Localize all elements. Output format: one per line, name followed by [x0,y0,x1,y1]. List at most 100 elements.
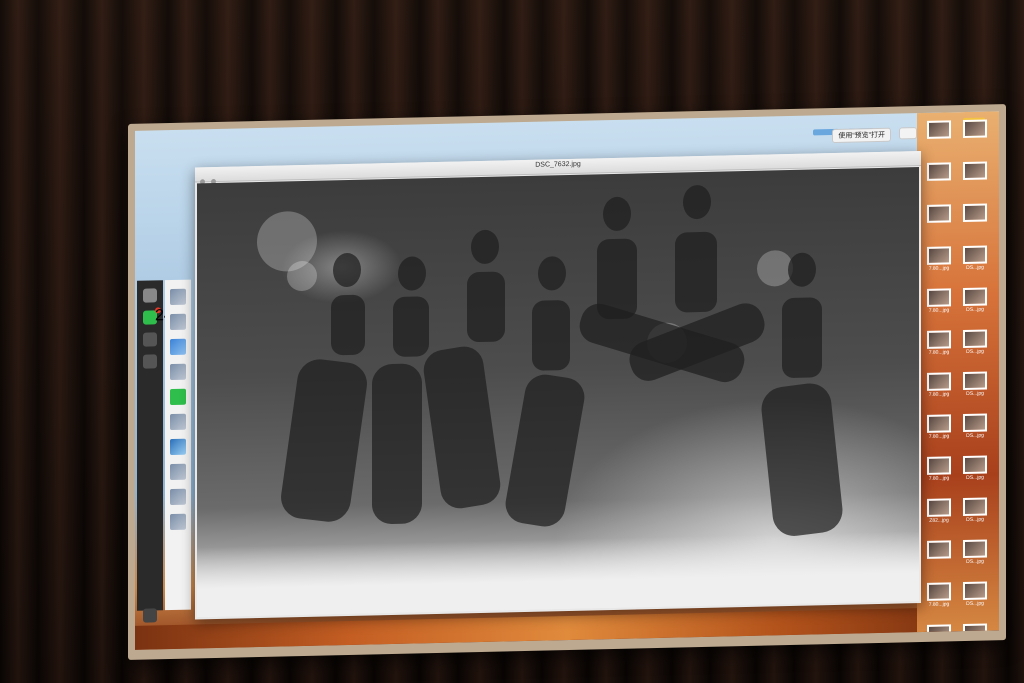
finder-thumbnails: 7.80...jpg DS...jpg 7.80...jpg DS...jpg 7.80… [921,119,995,650]
finder-file-icon[interactable] [923,540,955,579]
file-thumbnail [927,414,951,433]
monitor-screen: 7.80...jpg DS...jpg 7.80...jpg DS...jpg 7.80… [135,111,999,650]
file-thumbnail [927,330,951,349]
finder-file-icon[interactable]: DS...jpg [959,245,991,284]
unread-badge: 24 [155,306,173,325]
file-name: DS...jpg [966,516,984,523]
file-thumbnail [927,162,951,181]
file-thumbnail [963,497,987,517]
finder-file-icon[interactable]: Z82...jpg [923,498,955,537]
file-name [959,180,991,181]
file-name: 7.80...jpg [928,265,950,272]
file-thumbnail [963,371,987,391]
finder-file-icon[interactable]: 7.80...jpg [923,414,955,453]
file-name: 7.80...jpg [928,433,950,440]
file-thumbnail [927,372,951,391]
file-thumbnail [963,623,987,643]
file-name: 7.80...jpg [928,475,950,482]
file-thumbnail [927,288,951,307]
file-thumbnail [963,329,987,349]
finder-file-icon[interactable]: DS...jpg [959,287,991,326]
finder-file-icon[interactable]: 7.80...jpg [923,582,955,621]
finder-file-icon[interactable]: DS...jpg [959,581,991,620]
file-name: 7.80...jpg [928,391,950,398]
image-preview-window: 使用“预览”打开 DSC_7632.jpg [195,127,921,620]
file-name: DS...jpg [966,264,984,271]
list-item[interactable] [170,363,186,381]
finder-file-icon[interactable]: DS...jpg [959,371,991,410]
avatar[interactable] [143,288,157,303]
file-name [923,559,955,560]
open-with-button[interactable]: 使用“预览”打开 [832,127,891,144]
file-thumbnail [927,498,951,517]
file-thumbnail [963,581,987,601]
list-item[interactable] [170,463,186,481]
list-item[interactable] [170,488,186,506]
finder-file-icon[interactable]: 7.80...jpg [923,330,955,369]
finder-file-icon[interactable]: 7.80...jpg [923,246,955,285]
file-thumbnail [963,161,987,181]
list-item[interactable] [170,513,186,531]
finder-file-icon[interactable]: 7.80...jpg [923,456,955,495]
file-thumbnail [927,456,951,475]
file-thumbnail [927,540,951,559]
share-button[interactable] [899,127,917,140]
finder-file-icon[interactable]: DS...jpg [959,455,991,494]
list-item[interactable] [170,413,186,431]
chat-list [165,279,191,611]
file-thumbnail [927,204,951,223]
finder-file-icon[interactable] [959,203,991,242]
list-item[interactable] [170,438,186,456]
file-name: 7.80...jpg [928,349,950,356]
file-thumbnail [963,287,987,307]
contacts-icon[interactable] [143,332,157,347]
file-name [923,181,955,182]
finder-file-icon[interactable] [959,161,991,200]
studio-floor [197,531,919,618]
monitor-frame: 7.80...jpg DS...jpg 7.80...jpg DS...jpg 7.80… [128,104,1006,661]
file-name: DS...jpg [966,474,984,481]
finder-file-icon[interactable]: 7.80...jpg [923,288,955,327]
finder-file-icon[interactable] [923,162,955,201]
finder-file-icon[interactable]: DS...jpg [959,539,991,578]
menu-icon[interactable] [143,608,157,623]
file-thumbnail [963,245,987,265]
finder-file-icon[interactable]: DS...jpg [959,413,991,452]
file-thumbnail [927,120,951,139]
file-thumbnail [927,624,951,643]
list-item[interactable] [170,388,186,406]
finder-file-icon[interactable] [923,120,955,159]
list-item[interactable] [170,338,186,356]
file-name: 7.80...jpg [928,601,950,608]
file-name: DS...jpg [966,306,984,313]
cube-icon[interactable] [143,354,157,369]
file-thumbnail [963,539,987,559]
finder-file-icon[interactable] [959,119,991,158]
list-item[interactable] [170,288,186,306]
file-name [959,222,991,223]
file-name: DS...jpg [966,600,984,607]
file-name: 7.80...jpg [928,307,950,314]
file-thumbnail [927,582,951,601]
file-name [923,223,955,224]
file-name: DS...jpg [966,348,984,355]
finder-file-icon[interactable]: 7.80...jpg [923,372,955,411]
file-name: DS...jpg [966,558,984,565]
finder-file-icon[interactable] [923,204,955,243]
list-item[interactable] [170,313,186,331]
file-name: DS...jpg [966,390,984,397]
file-name [959,138,991,139]
file-thumbnail [963,203,987,223]
file-thumbnail [963,455,987,475]
finder-file-icon[interactable]: DS...jpg [959,329,991,368]
chat-icon[interactable]: 24 [143,307,173,325]
file-thumbnail [927,246,951,265]
file-name [923,139,955,140]
file-thumbnail [963,119,987,139]
multiple-exposure-dancer-photo [197,167,919,618]
file-name: DS...jpg [966,432,984,439]
file-name: Z82...jpg [929,517,949,524]
file-thumbnail [963,413,987,433]
finder-file-icon[interactable]: DS...jpg [959,497,991,536]
finder-icon-column: 7.80...jpg DS...jpg 7.80...jpg DS...jpg 7.80… [917,111,999,650]
